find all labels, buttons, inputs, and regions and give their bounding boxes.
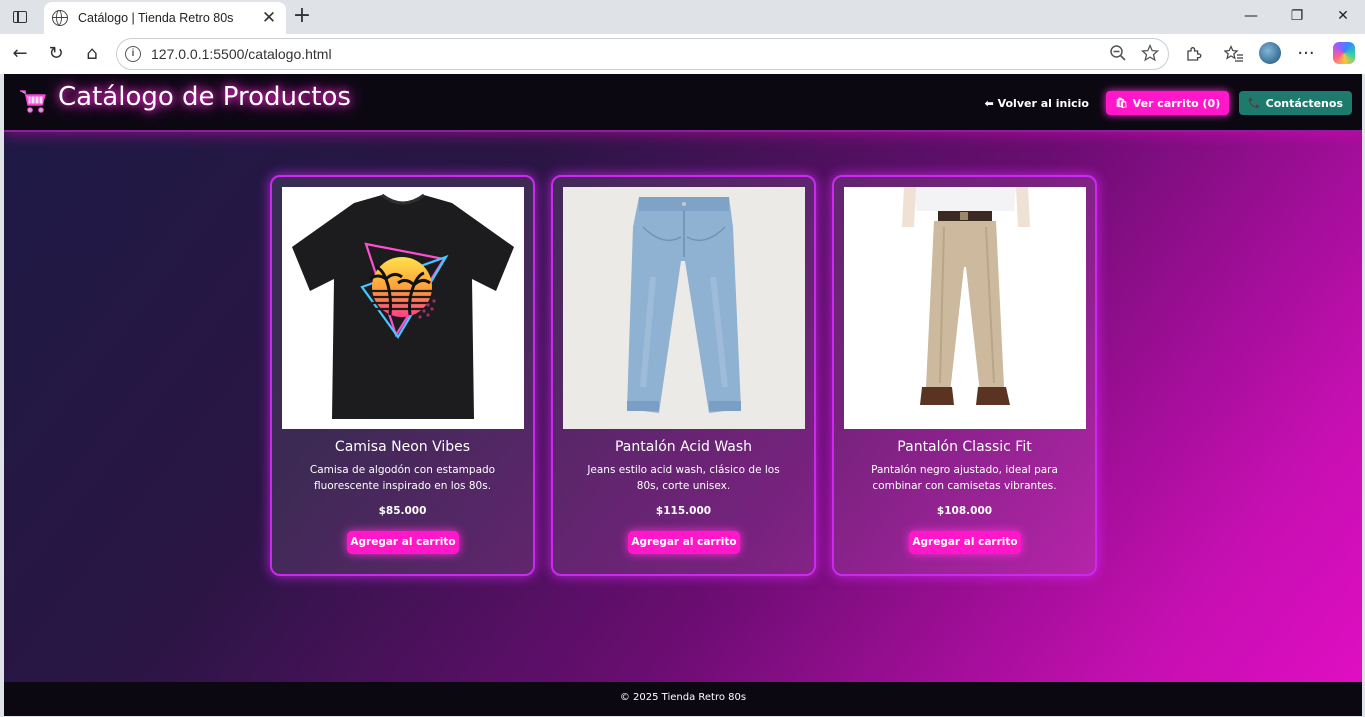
add-to-cart-button[interactable]: Agregar al carrito [628, 531, 740, 554]
new-tab-button[interactable]: + [290, 4, 314, 28]
site-header: Catálogo de Productos ⬅ Volver al inicio… [4, 74, 1362, 132]
contact-label: Contáctenos [1265, 96, 1343, 110]
minimize-button[interactable]: — [1236, 4, 1266, 28]
tab-actions-icon[interactable] [8, 6, 32, 28]
back-to-home-link[interactable]: ⬅ Volver al inicio [985, 97, 1089, 110]
browser-toolbar: ← ↻ ⌂ i 127.0.0.1:5500/catalogo.html ··· [0, 34, 1365, 74]
product-image-khaki-pants [844, 187, 1086, 429]
favorites-icon[interactable] [1220, 40, 1248, 68]
shopping-cart-icon [20, 90, 46, 113]
view-cart-button[interactable]: 🛍 Ver carrito (0) [1105, 91, 1230, 115]
product-grid: Camisa Neon Vibes Camisa de algodón con … [270, 175, 1097, 576]
footer-copyright: © 2025 Tienda Retro 80s [619, 692, 747, 703]
browser-tab[interactable]: Catálogo | Tienda Retro 80s ✕ [44, 2, 286, 34]
product-description: Jeans estilo acid wash, clásico de los 8… [587, 464, 780, 492]
page-title: Catálogo de Productos [58, 82, 351, 112]
browser-tab-bar: Catálogo | Tienda Retro 80s ✕ + — ❐ ✕ [0, 0, 1365, 34]
product-name: Camisa Neon Vibes [334, 439, 471, 455]
view-cart-label: Ver carrito (0) [1132, 96, 1221, 110]
site-footer: © 2025 Tienda Retro 80s [4, 682, 1362, 716]
favorite-star-icon[interactable] [1139, 43, 1161, 66]
shopping-bags-icon: 🛍 [1114, 97, 1128, 109]
zoom-out-icon[interactable] [1107, 44, 1129, 66]
reload-button[interactable]: ↻ [42, 40, 70, 68]
product-description: Camisa de algodón con estampado fluoresc… [309, 464, 496, 492]
extensions-icon[interactable] [1180, 40, 1208, 68]
restore-button[interactable]: ❐ [1282, 4, 1312, 28]
product-name: Pantalón Classic Fit [897, 439, 1032, 455]
page-viewport: Catálogo de Productos ⬅ Volver al inicio… [4, 74, 1362, 716]
profile-avatar[interactable] [1259, 42, 1281, 64]
product-price: $108.000 [936, 505, 993, 517]
contact-button[interactable]: 📞 Contáctenos [1239, 91, 1352, 115]
product-price: $85.000 [378, 505, 427, 517]
product-name: Pantalón Acid Wash [614, 439, 753, 455]
product-card: Pantalón Classic Fit Pantalón negro ajus… [832, 175, 1097, 576]
home-button[interactable]: ⌂ [78, 40, 106, 68]
address-bar[interactable]: i 127.0.0.1:5500/catalogo.html [116, 38, 1169, 70]
more-icon[interactable]: ··· [1292, 40, 1320, 68]
phone-icon: 📞 [1248, 97, 1261, 109]
product-card: Camisa Neon Vibes Camisa de algodón con … [270, 175, 535, 576]
url-text[interactable]: 127.0.0.1:5500/catalogo.html [151, 46, 332, 62]
site-info-icon[interactable]: i [125, 46, 141, 62]
copilot-icon[interactable] [1333, 42, 1355, 64]
product-price: $115.000 [655, 505, 712, 517]
product-card: Pantalón Acid Wash Jeans estilo acid was… [551, 175, 816, 576]
globe-icon [52, 10, 68, 26]
back-button[interactable]: ← [6, 40, 34, 68]
tab-title: Catálogo | Tienda Retro 80s [78, 11, 234, 25]
add-to-cart-button[interactable]: Agregar al carrito [909, 531, 1021, 554]
add-to-cart-button[interactable]: Agregar al carrito [347, 531, 459, 554]
close-window-button[interactable]: ✕ [1328, 4, 1358, 28]
product-description: Pantalón negro ajustado, ideal para comb… [871, 464, 1058, 492]
header-nav: ⬅ Volver al inicio 🛍 Ver carrito (0) 📞 C… [985, 91, 1352, 115]
product-image-jeans [563, 187, 805, 429]
product-image-tshirt [282, 187, 524, 429]
tab-close-icon[interactable]: ✕ [258, 7, 280, 29]
